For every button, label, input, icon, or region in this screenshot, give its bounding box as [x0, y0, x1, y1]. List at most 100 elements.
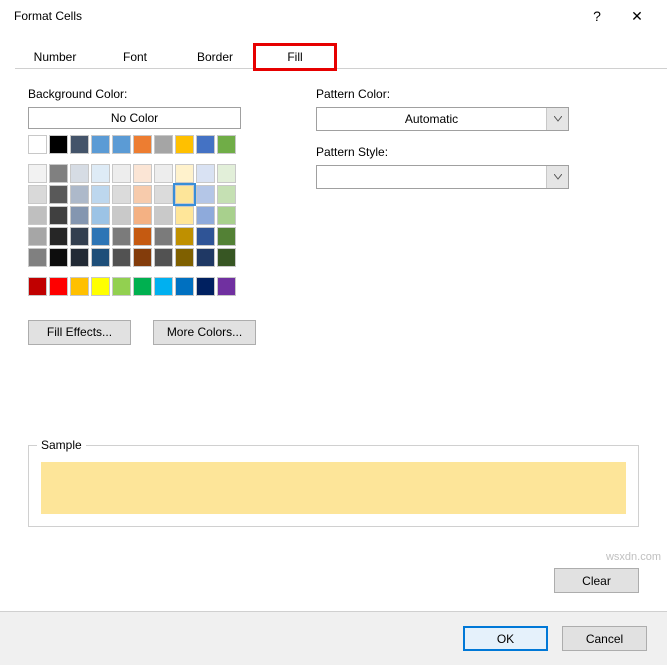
- color-swatch[interactable]: [196, 206, 215, 225]
- color-swatch[interactable]: [49, 135, 68, 154]
- pattern-color-combo[interactable]: Automatic: [316, 107, 569, 131]
- color-swatch[interactable]: [112, 227, 131, 246]
- color-swatch[interactable]: [91, 227, 110, 246]
- color-swatch[interactable]: [175, 277, 194, 296]
- color-swatch[interactable]: [154, 135, 173, 154]
- color-swatch[interactable]: [217, 185, 236, 204]
- color-swatch[interactable]: [70, 164, 89, 183]
- color-swatch[interactable]: [112, 277, 131, 296]
- color-swatch[interactable]: [91, 164, 110, 183]
- color-swatch[interactable]: [49, 248, 68, 267]
- sample-label: Sample: [37, 438, 86, 452]
- color-swatch[interactable]: [49, 277, 68, 296]
- color-swatch[interactable]: [28, 277, 47, 296]
- color-swatch[interactable]: [217, 277, 236, 296]
- close-button[interactable]: ✕: [617, 0, 657, 32]
- color-swatch[interactable]: [49, 206, 68, 225]
- color-swatch[interactable]: [49, 227, 68, 246]
- color-swatch[interactable]: [154, 185, 173, 204]
- color-swatch[interactable]: [154, 277, 173, 296]
- color-swatch[interactable]: [28, 227, 47, 246]
- fill-effects-button[interactable]: Fill Effects...: [28, 320, 131, 345]
- color-swatch[interactable]: [217, 135, 236, 154]
- color-swatch[interactable]: [196, 277, 215, 296]
- color-swatch[interactable]: [217, 164, 236, 183]
- color-swatch[interactable]: [133, 185, 152, 204]
- color-swatch[interactable]: [91, 135, 110, 154]
- pattern-style-combo[interactable]: [316, 165, 569, 189]
- color-swatch[interactable]: [217, 227, 236, 246]
- color-swatch[interactable]: [28, 248, 47, 267]
- more-colors-button[interactable]: More Colors...: [153, 320, 256, 345]
- button-row: Fill Effects... More Colors...: [28, 320, 256, 345]
- color-swatch[interactable]: [112, 248, 131, 267]
- color-swatch[interactable]: [112, 164, 131, 183]
- color-swatch[interactable]: [112, 135, 131, 154]
- color-swatch[interactable]: [70, 135, 89, 154]
- color-swatch[interactable]: [70, 206, 89, 225]
- color-swatch[interactable]: [91, 185, 110, 204]
- no-color-button[interactable]: No Color: [28, 107, 241, 129]
- watermark: wsxdn.com: [606, 551, 661, 563]
- color-swatch[interactable]: [154, 206, 173, 225]
- color-swatch[interactable]: [196, 227, 215, 246]
- color-swatch[interactable]: [196, 135, 215, 154]
- color-swatch[interactable]: [91, 206, 110, 225]
- color-swatch[interactable]: [49, 164, 68, 183]
- clear-button[interactable]: Clear: [554, 568, 639, 593]
- color-swatch[interactable]: [196, 164, 215, 183]
- left-column: Background Color: No Color Fill Effects.…: [28, 87, 256, 345]
- color-swatch[interactable]: [175, 248, 194, 267]
- chevron-down-icon: [546, 166, 568, 188]
- color-swatch[interactable]: [217, 206, 236, 225]
- sample-group: Sample: [28, 445, 639, 527]
- color-swatch[interactable]: [133, 277, 152, 296]
- color-swatch[interactable]: [175, 206, 194, 225]
- color-swatch[interactable]: [133, 206, 152, 225]
- color-swatch[interactable]: [28, 185, 47, 204]
- color-swatch[interactable]: [133, 248, 152, 267]
- color-swatch[interactable]: [154, 227, 173, 246]
- color-swatch[interactable]: [49, 185, 68, 204]
- color-swatch[interactable]: [154, 248, 173, 267]
- color-swatch[interactable]: [28, 164, 47, 183]
- right-column: Pattern Color: Automatic Pattern Style:: [316, 87, 569, 345]
- bottom-area: Clear OK Cancel: [0, 556, 667, 665]
- color-swatch[interactable]: [175, 185, 194, 204]
- color-swatch[interactable]: [28, 206, 47, 225]
- color-swatch[interactable]: [112, 185, 131, 204]
- pattern-style-label: Pattern Style:: [316, 145, 569, 159]
- background-color-label: Background Color:: [28, 87, 256, 101]
- color-swatch[interactable]: [70, 185, 89, 204]
- dialog-title: Format Cells: [10, 9, 577, 23]
- color-swatch[interactable]: [175, 227, 194, 246]
- color-swatch[interactable]: [133, 164, 152, 183]
- color-swatch[interactable]: [196, 248, 215, 267]
- color-swatch[interactable]: [70, 227, 89, 246]
- color-swatch[interactable]: [133, 135, 152, 154]
- tab-font[interactable]: Font: [95, 45, 175, 69]
- color-swatch[interactable]: [70, 277, 89, 296]
- color-swatch[interactable]: [196, 185, 215, 204]
- tab-fill[interactable]: Fill: [255, 45, 335, 69]
- color-swatch[interactable]: [133, 227, 152, 246]
- color-swatch[interactable]: [217, 248, 236, 267]
- color-swatch[interactable]: [70, 248, 89, 267]
- color-palette: [28, 135, 256, 296]
- color-swatch[interactable]: [175, 164, 194, 183]
- color-swatch[interactable]: [91, 277, 110, 296]
- help-button[interactable]: ?: [577, 0, 617, 32]
- sample-preview: [41, 462, 626, 514]
- color-swatch[interactable]: [112, 206, 131, 225]
- clear-row: Clear: [0, 556, 667, 612]
- dialog-footer: OK Cancel: [0, 612, 667, 665]
- tab-border[interactable]: Border: [175, 45, 255, 69]
- color-swatch[interactable]: [28, 135, 47, 154]
- color-swatch[interactable]: [154, 164, 173, 183]
- pattern-color-value: Automatic: [317, 112, 546, 126]
- ok-button[interactable]: OK: [463, 626, 548, 651]
- color-swatch[interactable]: [175, 135, 194, 154]
- color-swatch[interactable]: [91, 248, 110, 267]
- tab-number[interactable]: Number: [15, 45, 95, 69]
- cancel-button[interactable]: Cancel: [562, 626, 647, 651]
